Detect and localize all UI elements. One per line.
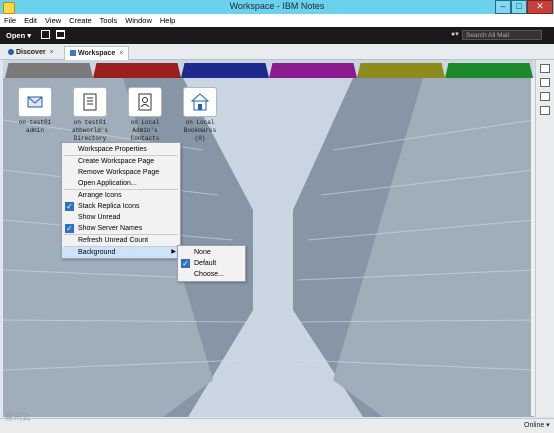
database-icon-mail[interactable]: on test01 admin	[8, 87, 62, 153]
checkmark-icon: ✓	[65, 224, 74, 233]
menu-tools[interactable]: Tools	[96, 14, 122, 27]
tab-workspace[interactable]: Workspace ×	[64, 46, 130, 60]
menu-help[interactable]: Help	[156, 14, 179, 27]
menu-item-show-unread[interactable]: Show Unread	[62, 212, 180, 223]
page-tab-gray[interactable]	[5, 63, 93, 78]
close-tab-icon[interactable]: ×	[119, 50, 123, 57]
menu-item-open-application[interactable]: Open Application...	[62, 178, 180, 189]
menu-item-remove-workspace-page[interactable]: Remove Workspace Page	[62, 167, 180, 178]
page-tab-green[interactable]	[445, 63, 533, 78]
menu-view[interactable]: View	[41, 14, 65, 27]
menu-file[interactable]: File	[0, 14, 20, 27]
grid-icon	[70, 50, 76, 56]
calendar-icon[interactable]	[540, 78, 550, 87]
online-status[interactable]: Online ▾	[524, 421, 550, 431]
contacts-icon	[128, 87, 162, 117]
context-menu: Workspace Properties Create Workspace Pa…	[61, 142, 181, 259]
background-submenu: None ✓ Default Choose...	[177, 245, 246, 282]
search-scope-icon[interactable]: ●▾	[451, 30, 459, 40]
close-button[interactable]: ✕	[527, 0, 553, 14]
status-bar: 易讯云 Online ▾	[0, 412, 554, 433]
menu-bar: File Edit View Create Tools Window Help	[0, 14, 554, 27]
menu-item-stack-replica-icons[interactable]: ✓ Stack Replica Icons	[62, 201, 180, 212]
tab-bar: Discover × Workspace ×	[0, 44, 554, 60]
submenu-arrow-icon: ▶	[171, 249, 176, 255]
maximize-button[interactable]: □	[511, 0, 527, 14]
tab-workspace-label: Workspace	[78, 50, 116, 57]
right-sidebar	[535, 60, 554, 417]
window-title: Workspace - IBM Notes	[229, 1, 325, 11]
title-bar: Workspace - IBM Notes – □ ✕	[0, 0, 554, 14]
submenu-item-choose[interactable]: Choose...	[178, 269, 245, 280]
page-tab-red[interactable]	[93, 63, 181, 78]
close-tab-icon[interactable]: ×	[50, 49, 54, 56]
submenu-item-default[interactable]: ✓ Default	[178, 258, 245, 269]
page-tab-olive[interactable]	[357, 63, 445, 78]
info-icon	[8, 49, 14, 55]
menu-item-workspace-properties[interactable]: Workspace Properties	[62, 144, 180, 155]
tab-discover[interactable]: Discover ×	[3, 46, 59, 59]
menu-item-show-server-names[interactable]: ✓ Show Server Names	[62, 223, 180, 234]
open-button[interactable]: Open ▾	[6, 30, 31, 41]
menu-edit[interactable]: Edit	[20, 14, 41, 27]
toolbar: Open ▾ ●▾ Search All Mail	[0, 27, 554, 44]
page-tab-blue[interactable]	[181, 63, 269, 78]
search-input[interactable]: Search All Mail	[462, 30, 542, 40]
activities-icon[interactable]	[540, 106, 550, 115]
menu-item-create-workspace-page[interactable]: Create Workspace Page	[62, 156, 180, 167]
watermark-text: 易讯云	[4, 412, 32, 422]
calendar-icon[interactable]	[56, 30, 65, 39]
menu-window[interactable]: Window	[121, 14, 156, 27]
page-tab-purple[interactable]	[269, 63, 357, 78]
submenu-item-none[interactable]: None	[178, 247, 245, 258]
home-icon	[183, 87, 217, 117]
feeds-icon[interactable]	[540, 92, 550, 101]
menu-create[interactable]: Create	[65, 14, 96, 27]
menu-item-refresh-unread-count[interactable]: Refresh Unread Count	[62, 235, 180, 246]
minimize-button[interactable]: –	[495, 0, 511, 14]
menu-item-background[interactable]: Background ▶	[62, 247, 180, 258]
workspace-page-tabs	[3, 60, 534, 78]
mail-icon	[18, 87, 52, 117]
checkmark-icon: ✓	[65, 202, 74, 211]
sametime-icon[interactable]	[540, 64, 550, 73]
mail-icon[interactable]	[41, 30, 50, 39]
menu-item-arrange-icons[interactable]: Arrange Icons	[62, 190, 180, 201]
database-icon-bookmarks[interactable]: on Local Bookmarks (0)	[173, 87, 227, 153]
tab-discover-label: Discover	[16, 49, 46, 56]
book-icon	[73, 87, 107, 117]
checkmark-icon: ✓	[181, 259, 190, 268]
